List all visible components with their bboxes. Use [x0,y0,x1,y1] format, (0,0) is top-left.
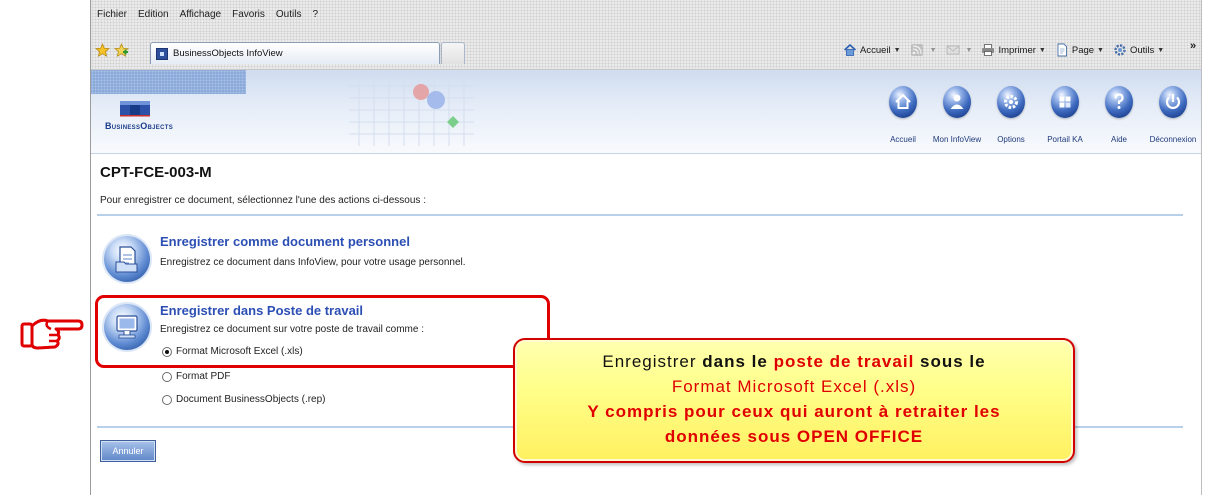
nav-home[interactable]: Accueil [876,86,930,144]
menu-bar: Fichier Edition Affichage Favoris Outils… [91,0,1201,32]
page-button[interactable]: Page ▼ [1055,43,1104,57]
workstation-icon[interactable] [104,304,150,350]
chevron-down-icon: ▼ [1157,46,1165,54]
browser-tab[interactable]: BusinessObjects InfoView [150,42,440,64]
page-icon [1057,43,1067,57]
menu-view[interactable]: Affichage [180,9,222,20]
tools-button[interactable]: Outils ▼ [1113,43,1164,57]
portal-icon [1051,86,1079,118]
save-personal-document-description: Enregistrez ce document dans InfoView, p… [160,257,466,268]
nav-help[interactable]: Aide [1092,86,1146,144]
command-bar: BusinessObjects InfoView Accueil ▼ ▼ ▼ I… [91,32,1201,70]
chevron-down-icon: ▼ [893,46,901,54]
nav-logout[interactable]: Déconnexion [1146,86,1200,144]
businessobjects-logo-icon [120,101,150,117]
print-button[interactable]: Imprimer ▼ [981,43,1046,57]
format-option-rep[interactable]: Document BusinessObjects (.rep) [162,394,326,405]
menu-favorites[interactable]: Favoris [232,9,265,20]
format-option-xls[interactable]: Format Microsoft Excel (.xls) [162,346,303,357]
mail-button[interactable]: ▼ [946,43,973,57]
menu-file[interactable]: Fichier [97,9,127,20]
logout-icon [1159,86,1187,118]
page-label: Page [1071,44,1095,56]
nav-label: Accueil [890,135,916,144]
menu-help[interactable]: ? [312,9,318,20]
cancel-button[interactable]: Annuler [100,440,156,462]
callout-line-3: Y compris pour ceux qui auront à retrait… [587,402,1001,421]
callout-line-4: données sous OPEN OFFICE [664,427,924,446]
screenshot: Fichier Edition Affichage Favoris Outils… [0,0,1205,495]
format-rep-label: Document BusinessObjects (.rep) [176,394,326,405]
callout-highlight: poste de travail [773,352,915,371]
nav-my-infoview[interactable]: Mon InfoView [930,86,984,144]
feeds-button[interactable]: ▼ [910,43,937,57]
help-icon [1105,86,1133,118]
toolbar-right: Accueil ▼ ▼ ▼ Imprimer ▼ Page ▼ Outils ▼ [843,43,1173,57]
home-label: Accueil [860,44,891,56]
save-to-workstation-description: Enregistrez ce document sur votre poste … [160,324,425,335]
nav-portal[interactable]: Portail KA [1038,86,1092,144]
header-nav: Accueil Mon InfoView Options Portail KA … [876,86,1200,144]
mail-icon [946,45,959,55]
menu-items: Fichier Edition Affichage Favoris Outils… [97,9,329,20]
browser-window: Fichier Edition Affichage Favoris Outils… [90,0,1202,495]
chevron-down-icon: ▼ [965,46,973,54]
personal-document-icon[interactable] [104,236,150,282]
nav-label: Aide [1110,135,1127,144]
format-pdf-label: Format PDF [176,371,231,382]
header-strip [91,70,246,94]
save-personal-document-link[interactable]: Enregistrer comme document personnel [160,234,410,249]
feeds-icon [910,44,923,56]
tab-label: BusinessObjects InfoView [173,48,283,59]
save-to-workstation-link[interactable]: Enregistrer dans Poste de travail [160,303,363,318]
menu-tools[interactable]: Outils [276,9,302,20]
format-pdf-radio[interactable] [162,371,172,382]
format-xls-label: Format Microsoft Excel (.xls) [176,346,303,357]
annotation-callout: Enregistrer dans le poste de travail sou… [513,338,1075,463]
nav-label: Déconnexion [1149,135,1197,144]
toolbar-overflow-button[interactable]: » [1190,40,1196,52]
home-icon [843,43,857,56]
page-instruction: Pour enregistrer ce document, sélectionn… [100,195,426,206]
favorites-star-icon[interactable] [95,43,110,58]
chevron-down-icon: ▼ [929,46,937,54]
nav-label: Mon InfoView [932,135,982,144]
businessobjects-favicon-icon [156,47,168,60]
add-favorite-icon[interactable] [114,43,129,58]
format-xls-radio[interactable] [162,346,172,357]
nav-label: Options [997,135,1025,144]
menu-edit[interactable]: Edition [138,9,169,20]
print-label: Imprimer [998,44,1036,56]
callout-line-1: Enregistrer dans le poste de travail sou… [515,349,1073,374]
nav-label: Portail KA [1047,135,1083,144]
new-tab-button[interactable] [441,42,465,64]
nav-options[interactable]: Options [984,86,1038,144]
chevron-down-icon: ▼ [1097,46,1104,54]
pointing-hand-icon [20,318,84,350]
format-rep-radio[interactable] [162,394,172,405]
callout-line-2: Format Microsoft Excel (.xls) [671,377,917,396]
callout-bold: dans le [702,352,768,371]
home-button[interactable]: Accueil ▼ [843,43,901,57]
separator [97,214,1183,216]
header-decoration [349,76,474,146]
my-infoview-icon [943,86,971,118]
logo-text: BusinessObjects [105,121,174,131]
infoview-header: BusinessObjects Accueil Mon InfoView Opt… [91,70,1201,154]
home-icon [889,86,917,118]
printer-icon [982,44,995,56]
format-option-pdf[interactable]: Format PDF [162,371,230,382]
page-title: CPT-FCE-003-M [100,164,212,181]
callout-lead: Enregistrer [602,352,697,371]
favorites-buttons [95,43,129,58]
tools-gear-icon [1114,44,1126,56]
callout-tail: sous le [920,352,986,371]
tools-label: Outils [1129,44,1155,56]
chevron-down-icon: ▼ [1038,46,1046,54]
options-icon [997,86,1025,118]
